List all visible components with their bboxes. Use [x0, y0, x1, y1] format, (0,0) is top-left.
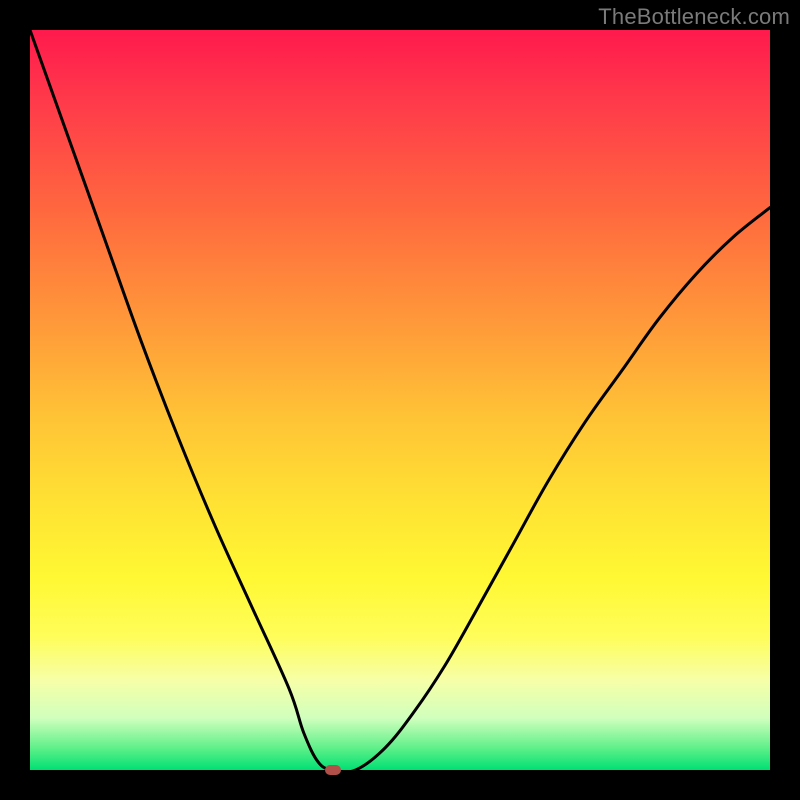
watermark-text: TheBottleneck.com: [598, 4, 790, 30]
bottleneck-curve: [30, 30, 770, 770]
optimal-point-marker: [325, 765, 341, 775]
